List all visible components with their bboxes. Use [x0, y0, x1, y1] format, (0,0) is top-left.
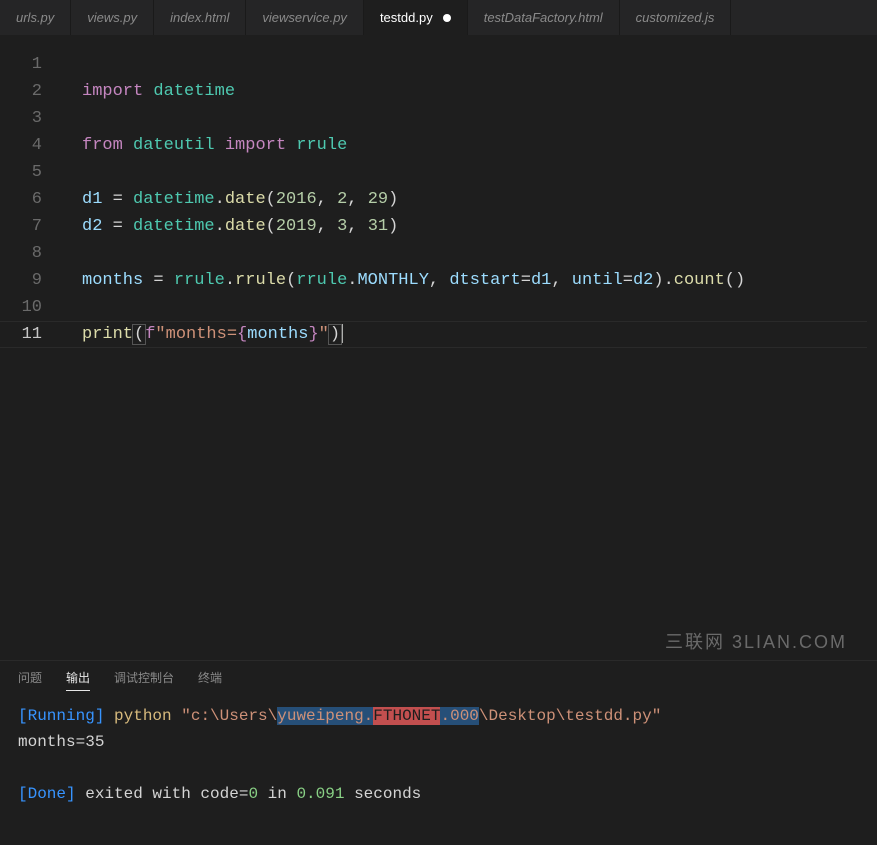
line-gutter: 1 2 3 4 5 6 7 8 9 10 11 — [0, 35, 60, 660]
tab-label: testDataFactory.html — [484, 10, 603, 25]
tab-label: index.html — [170, 10, 229, 25]
editor-tabs: urls.py views.py index.html viewservice.… — [0, 0, 877, 35]
editor[interactable]: 1 2 3 4 5 6 7 8 9 10 11 import datetime … — [0, 35, 877, 660]
tab-testdatafactory[interactable]: testDataFactory.html — [468, 0, 620, 35]
code-line — [82, 105, 877, 132]
line-number: 2 — [0, 78, 42, 105]
code-line: d2 = datetime.date(2019, 3, 31) — [82, 213, 877, 240]
line-number: 4 — [0, 132, 42, 159]
output-content[interactable]: [Running] python "c:\Users\yuweipeng.FTH… — [0, 697, 877, 813]
line-number: 7 — [0, 213, 42, 240]
cursor-icon — [342, 324, 343, 343]
line-number: 1 — [0, 51, 42, 78]
code-line: months = rrule.rrule(rrule.MONTHLY, dtst… — [82, 267, 877, 294]
code-line — [82, 51, 877, 78]
bottom-panel: 问题 输出 调试控制台 终端 [Running] python "c:\User… — [0, 660, 877, 845]
watermark: 三联网 3LIAN.COM — [665, 628, 847, 654]
line-number: 11 — [0, 321, 42, 348]
code-line: print(f"months={months}") — [82, 321, 877, 348]
tab-label: views.py — [87, 10, 137, 25]
tab-label: viewservice.py — [262, 10, 347, 25]
output-line — [18, 755, 859, 781]
tab-label: customized.js — [636, 10, 715, 25]
code-content[interactable]: import datetime from dateutil import rru… — [60, 35, 877, 660]
tab-urls[interactable]: urls.py — [0, 0, 71, 35]
code-line: d1 = datetime.date(2016, 2, 29) — [82, 186, 877, 213]
tab-views[interactable]: views.py — [71, 0, 154, 35]
tab-customized[interactable]: customized.js — [620, 0, 732, 35]
code-line — [82, 294, 877, 321]
panel-tab-output[interactable]: 输出 — [66, 669, 90, 691]
tab-testdd[interactable]: testdd.py — [364, 0, 468, 35]
code-line: from dateutil import rrule — [82, 132, 877, 159]
line-number: 8 — [0, 240, 42, 267]
panel-tab-problems[interactable]: 问题 — [18, 669, 42, 691]
panel-tabs: 问题 输出 调试控制台 终端 — [0, 661, 877, 697]
output-line: [Done] exited with code=0 in 0.091 secon… — [18, 781, 859, 807]
code-line: import datetime — [82, 78, 877, 105]
code-line — [82, 159, 877, 186]
line-number: 6 — [0, 186, 42, 213]
line-number: 10 — [0, 294, 42, 321]
line-number: 5 — [0, 159, 42, 186]
tab-label: testdd.py — [380, 10, 433, 25]
dirty-indicator-icon — [443, 14, 451, 22]
output-line: [Running] python "c:\Users\yuweipeng.FTH… — [18, 703, 859, 729]
line-number: 9 — [0, 267, 42, 294]
panel-tab-debug[interactable]: 调试控制台 — [114, 669, 174, 691]
line-number: 3 — [0, 105, 42, 132]
tab-label: urls.py — [16, 10, 54, 25]
output-line: months=35 — [18, 729, 859, 755]
tab-index[interactable]: index.html — [154, 0, 246, 35]
panel-tab-terminal[interactable]: 终端 — [198, 669, 222, 691]
code-line — [82, 240, 877, 267]
tab-viewservice[interactable]: viewservice.py — [246, 0, 364, 35]
